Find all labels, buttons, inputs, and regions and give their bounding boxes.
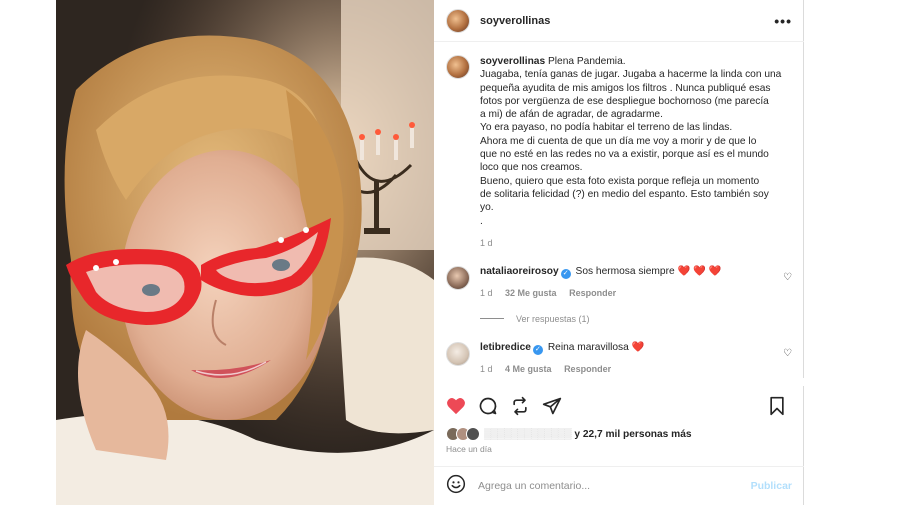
caption-age: 1 d xyxy=(480,237,493,248)
caption-title: Plena Pandemia. xyxy=(547,56,626,67)
post-side-panel: soyverollinas ••• soyverollinas Plena Pa… xyxy=(434,0,804,505)
repost-icon[interactable] xyxy=(510,396,530,416)
reply-button[interactable]: Responder xyxy=(564,364,611,374)
caption-text: soyverollinas Plena Pandemia. Juagaba, t… xyxy=(480,55,781,228)
comment-text: Sos hermosa siempre xyxy=(575,265,675,277)
post-header: soyverollinas ••• xyxy=(434,0,804,42)
commenter-username[interactable]: nataliaoreirosoy xyxy=(480,266,559,277)
blurred-liker-name: ▒▒▒▒▒▒▒▒▒▒▒▒▒ xyxy=(484,428,572,440)
comment-text: Reina maravillosa xyxy=(547,341,629,353)
commenter-avatar[interactable] xyxy=(446,341,470,366)
comment-item: nataliaoreirosoy ✓ Sos hermosa siempre ❤️… xyxy=(446,265,792,298)
heart-emoji-icon: ❤️ ❤️ ❤️ xyxy=(677,265,722,277)
commenter-username[interactable]: letibredice xyxy=(480,342,531,353)
share-icon[interactable] xyxy=(542,396,562,416)
caption-line: Yo era payaso, no podía habitar el terre… xyxy=(480,122,733,134)
likes-count-text: y 22,7 mil personas más xyxy=(574,428,692,440)
likes-summary[interactable]: ▒▒▒▒▒▒▒▒▒▒▒▒▒ y 22,7 mil personas más xyxy=(446,427,692,441)
comment-age: 1 d xyxy=(480,287,493,298)
action-bar xyxy=(434,393,804,419)
scroll-fade xyxy=(434,378,804,386)
comment-body: letibredice ✓ Reina maravillosa ❤️ 1 d 4 … xyxy=(480,342,644,374)
author-username[interactable]: soyverollinas xyxy=(480,15,550,27)
view-replies-label: Ver respuestas (1) xyxy=(516,313,590,324)
comment-age: 1 d xyxy=(480,363,493,374)
ellipsis-icon[interactable]: ••• xyxy=(774,13,792,29)
caption-line: loco que nos creamos. xyxy=(480,162,583,174)
smiley-icon[interactable] xyxy=(446,474,466,499)
verified-badge-icon: ✓ xyxy=(560,268,571,279)
heart-emoji-icon: ❤️ xyxy=(631,341,645,353)
caption: soyverollinas Plena Pandemia. Juagaba, t… xyxy=(446,55,792,228)
view-replies-button[interactable]: Ver respuestas (1) xyxy=(480,314,792,324)
caption-line: fotos por vergüenza de ese despliegue bo… xyxy=(480,95,769,107)
commenter-avatar[interactable] xyxy=(446,265,470,290)
caption-line: Ahora me di cuenta de que un día me voy … xyxy=(480,135,757,147)
post-photo[interactable] xyxy=(56,0,434,505)
comment-like-heart-icon[interactable]: ♡ xyxy=(783,348,792,359)
caption-line: . xyxy=(480,215,483,227)
caption-line: yo. xyxy=(480,202,494,214)
caption-author-avatar[interactable] xyxy=(446,55,470,79)
comment-meta: 1 d 32 Me gusta Responder xyxy=(480,288,721,298)
comment-body: nataliaoreirosoy ✓ Sos hermosa siempre ❤️… xyxy=(480,266,721,298)
bookmark-icon[interactable] xyxy=(768,396,786,416)
comment-like-heart-icon[interactable]: ♡ xyxy=(783,272,792,283)
post-timestamp: Hace un día xyxy=(446,444,492,454)
caption-line: a mi) de afán de agradar, de agradarme. xyxy=(480,109,663,121)
heart-filled-icon[interactable] xyxy=(446,397,466,415)
reply-button[interactable]: Responder xyxy=(569,288,616,298)
comment-likes[interactable]: 4 Me gusta xyxy=(505,364,552,374)
caption-line: de solitaria felicidad (?) en medio del … xyxy=(480,188,769,200)
comment-composer: Publicar xyxy=(434,466,804,505)
comment-item: letibredice ✓ Reina maravillosa ❤️ 1 d 4 … xyxy=(446,341,792,374)
verified-badge-icon: ✓ xyxy=(532,344,543,355)
selfie-illustration xyxy=(56,0,434,505)
comment-meta: 1 d 4 Me gusta Responder xyxy=(480,364,644,374)
publish-button[interactable]: Publicar xyxy=(751,480,792,492)
comment-icon[interactable] xyxy=(478,396,498,416)
author-avatar[interactable] xyxy=(446,8,470,33)
instagram-post-window: soyverollinas ••• soyverollinas Plena Pa… xyxy=(56,0,804,505)
caption-username[interactable]: soyverollinas xyxy=(480,56,545,67)
caption-line: Bueno, quiero que esta foto exista porqu… xyxy=(480,175,760,187)
comments-scroll-area[interactable]: soyverollinas Plena Pandemia. Juagaba, t… xyxy=(434,43,804,386)
liker-avatars xyxy=(446,427,480,441)
comment-input[interactable] xyxy=(478,480,751,492)
replies-divider xyxy=(480,318,504,320)
caption-line: que no esté en las redes no va a existir… xyxy=(480,149,769,161)
caption-line: pequeña ayudita de mis amigos los filtro… xyxy=(480,82,771,94)
caption-line: Juagaba, tenía ganas de jugar. Jugaba a … xyxy=(480,69,782,81)
comment-likes[interactable]: 32 Me gusta xyxy=(505,288,557,298)
